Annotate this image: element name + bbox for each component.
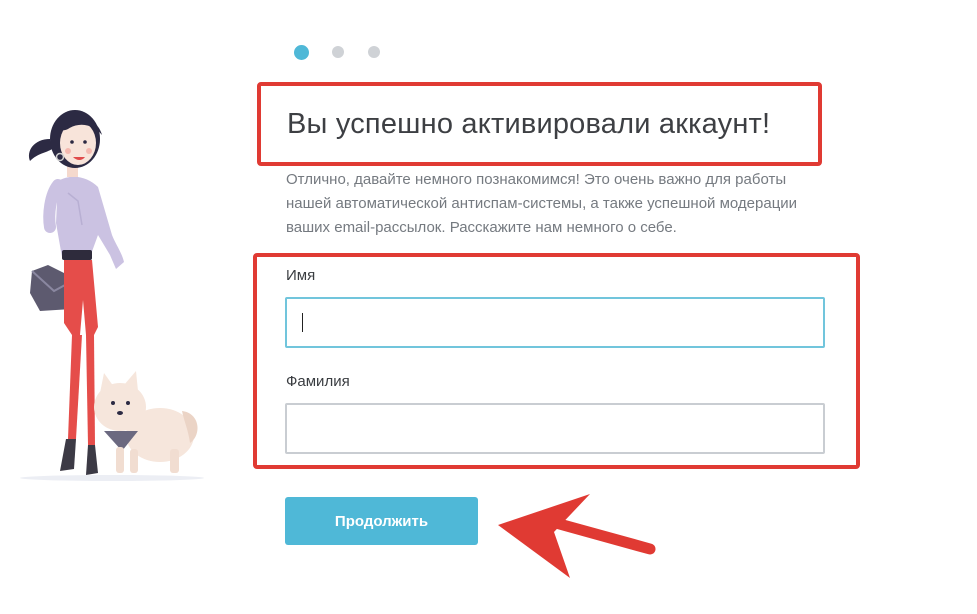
last-name-label: Фамилия (286, 373, 350, 390)
page-title: Вы успешно активировали аккаунт! (287, 108, 771, 140)
woman-with-dog-illustration (20, 110, 204, 481)
intro-description: Отлично, давайте немного познакомимся! Э… (286, 171, 798, 236)
step-dot (332, 46, 344, 58)
continue-button[interactable]: Продолжить (285, 497, 478, 545)
first-name-label: Имя (286, 267, 316, 284)
step-dot (368, 46, 380, 58)
text-cursor (302, 313, 303, 332)
last-name-input[interactable] (285, 403, 825, 454)
step-dot-active (294, 44, 309, 60)
red-arrow-annotation (498, 494, 656, 578)
first-name-input[interactable] (285, 297, 825, 348)
step-indicator (294, 44, 404, 60)
